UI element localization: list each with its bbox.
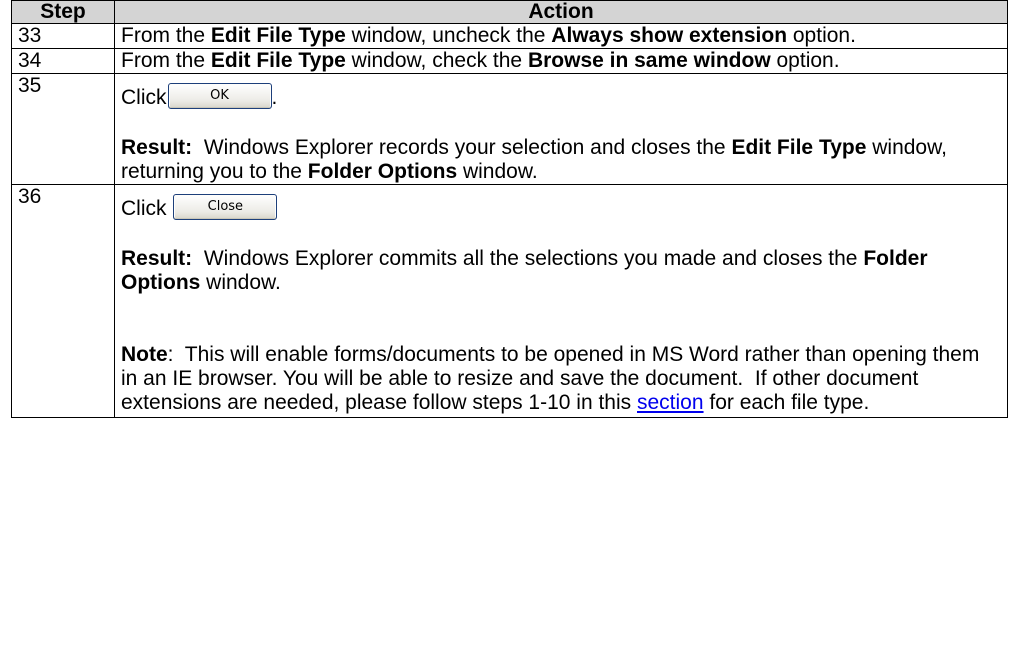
ok-button[interactable]: OK xyxy=(167,83,272,109)
click-instruction: Click OK. xyxy=(121,76,1001,110)
action-column-header: Action xyxy=(114,0,1008,24)
note-text: Note: This will enable forms/documents t… xyxy=(121,343,1001,417)
close-button[interactable]: Close xyxy=(173,194,278,220)
window-name: Edit File Type xyxy=(731,136,867,159)
step-action: From the Edit File Type window, uncheck … xyxy=(114,23,1008,49)
action-text: From the xyxy=(121,24,211,47)
step-column-header: Step xyxy=(11,0,115,24)
step-number: 34 xyxy=(11,48,115,74)
result-label: Result: xyxy=(121,247,193,270)
result-body: window. xyxy=(200,271,281,294)
option-name: Browse in same window xyxy=(527,49,771,72)
step-number: 33 xyxy=(11,23,115,49)
step-action: Click Close Result: Windows Explorer com… xyxy=(114,184,1008,418)
punctuation: . xyxy=(271,86,278,109)
action-text: option. xyxy=(770,49,840,72)
click-text: Click xyxy=(121,197,167,220)
table-row: 33 From the Edit File Type window, unche… xyxy=(11,23,1008,49)
action-text: window, uncheck the xyxy=(345,24,552,47)
window-name: Edit File Type xyxy=(210,49,346,72)
action-text: From the xyxy=(121,49,211,72)
note-body: for each file type. xyxy=(703,391,870,414)
section-link[interactable]: section xyxy=(637,391,704,414)
table-row: 35 Click OK. Result: Windows Explorer rec… xyxy=(11,73,1008,185)
result-text: Result: Windows Explorer records your se… xyxy=(121,136,1001,184)
result-text: Result: Windows Explorer commits all the… xyxy=(121,247,1001,295)
step-action: Click OK. Result: Windows Explorer record… xyxy=(114,73,1008,185)
option-name: Always show extension xyxy=(551,24,788,47)
result-body: Windows Explorer commits all the selecti… xyxy=(192,247,864,270)
step-number: 36 xyxy=(11,184,115,418)
action-text: option. xyxy=(787,24,856,47)
step-number: 35 xyxy=(11,73,115,185)
note-label: Note xyxy=(121,343,168,366)
result-body: window. xyxy=(457,160,538,183)
window-name: Edit File Type xyxy=(210,24,346,47)
click-text: Click xyxy=(121,86,167,109)
header-row: Step Action xyxy=(11,0,1008,24)
window-name: Folder Options xyxy=(307,160,458,183)
click-instruction: Click Close xyxy=(121,187,1001,221)
table-row: 36 Click Close Result: Windows Explorer … xyxy=(11,184,1008,418)
result-label: Result: xyxy=(121,136,193,159)
result-body: Windows Explorer records your selection … xyxy=(192,136,732,159)
action-text: window, check the xyxy=(345,49,528,72)
steps-table: Step Action 33 From the Edit File Type w… xyxy=(11,0,1008,418)
table-row: 34 From the Edit File Type window, check… xyxy=(11,48,1008,74)
step-action: From the Edit File Type window, check th… xyxy=(114,48,1008,74)
